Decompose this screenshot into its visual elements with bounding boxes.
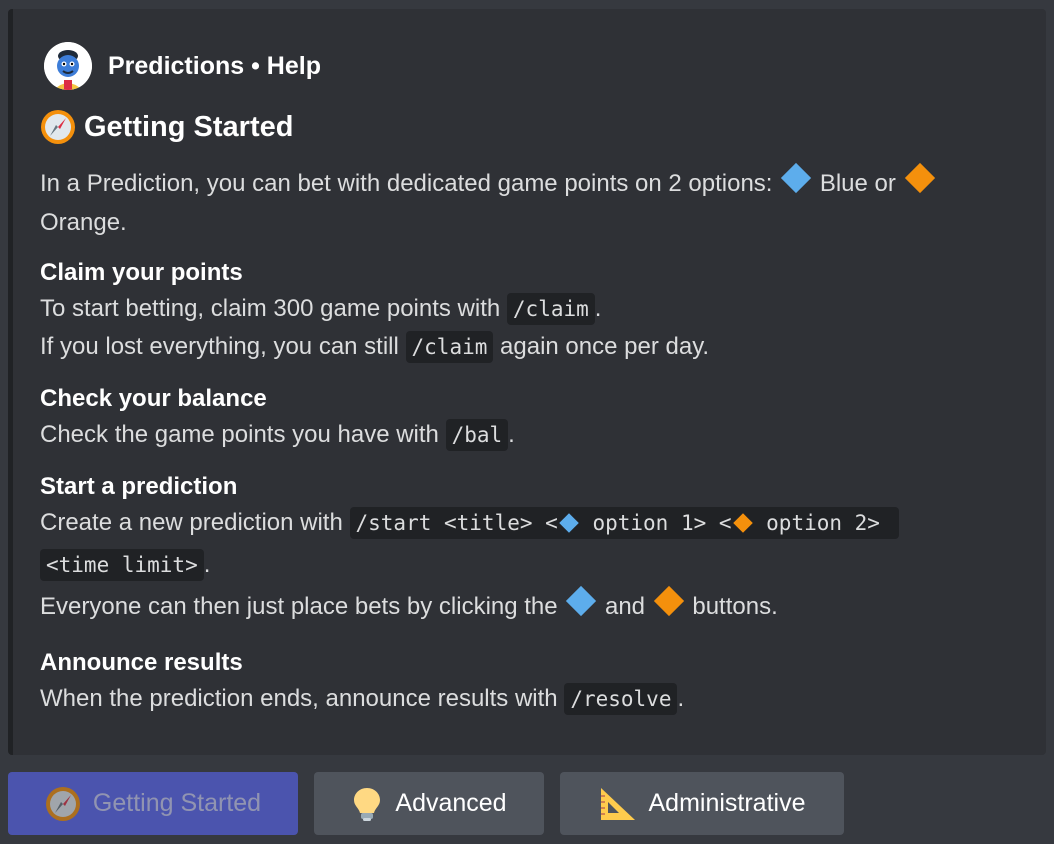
- help-embed: Predictions • Help Getting Started In a …: [8, 9, 1046, 755]
- blue-diamond-icon: [558, 508, 580, 546]
- compass-icon: [40, 109, 76, 145]
- command-code: <time limit>: [40, 549, 204, 581]
- field-claim: Claim your points To start betting, clai…: [40, 258, 1030, 366]
- embed-title: Getting Started: [84, 110, 294, 143]
- advanced-button[interactable]: Advanced: [314, 772, 544, 835]
- orange-diamond-icon: [732, 508, 754, 546]
- embed-description: In a Prediction, you can bet with dedica…: [40, 161, 1030, 240]
- command-code: /claim: [506, 293, 595, 325]
- author-name[interactable]: Predictions • Help: [108, 52, 321, 81]
- action-row: Getting Started Advanced Administrative: [8, 772, 844, 835]
- field-announce: Announce results When the prediction end…: [40, 648, 1030, 718]
- administrative-button[interactable]: Administrative: [560, 772, 844, 835]
- field-start: Start a prediction Create a new predicti…: [40, 472, 1030, 630]
- field-balance: Check your balance Check the game points…: [40, 384, 1030, 454]
- field-name: Claim your points: [40, 259, 243, 286]
- bot-avatar[interactable]: [44, 42, 92, 90]
- field-value: To start betting, claim 300 game points …: [40, 290, 1030, 366]
- compass-icon: [45, 786, 81, 822]
- getting-started-button[interactable]: Getting Started: [8, 772, 298, 835]
- blue-diamond-icon: [564, 584, 598, 630]
- command-code: /resolve: [564, 683, 678, 715]
- embed-author: Predictions • Help: [44, 42, 321, 90]
- field-name: Announce results: [40, 649, 243, 676]
- triangular-ruler-icon: [599, 786, 637, 822]
- light-bulb-icon: [351, 786, 383, 822]
- orange-diamond-icon: [903, 161, 937, 205]
- field-name: Start a prediction: [40, 473, 238, 500]
- genie-avatar-icon: [44, 42, 92, 90]
- embed-title-row: Getting Started: [40, 107, 1030, 147]
- command-code: /claim: [405, 331, 494, 363]
- orange-diamond-icon: [652, 584, 686, 630]
- blue-diamond-icon: [779, 161, 813, 205]
- field-value: Create a new prediction with /start <tit…: [40, 504, 1030, 630]
- field-value: Check the game points you have with /bal…: [40, 416, 1030, 454]
- field-value: When the prediction ends, announce resul…: [40, 680, 1030, 718]
- command-code: /start <title> < option 1> < option 2>: [349, 507, 899, 539]
- field-name: Check your balance: [40, 385, 267, 412]
- command-code: /bal: [445, 419, 509, 451]
- embed-content: Getting Started In a Prediction, you can…: [40, 107, 1030, 718]
